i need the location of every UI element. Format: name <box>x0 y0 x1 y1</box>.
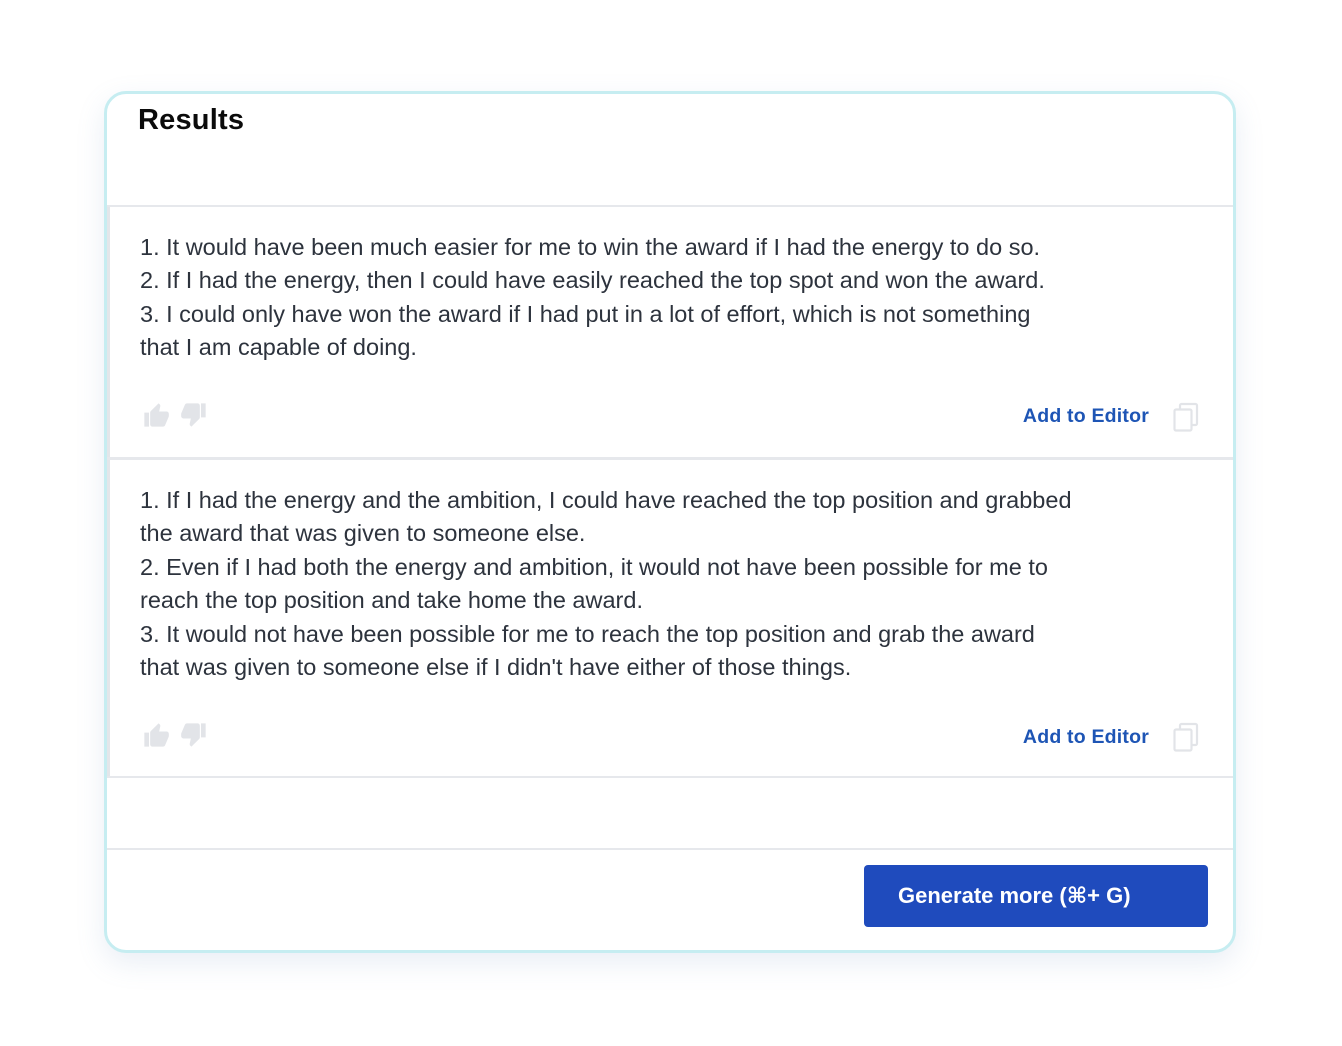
copy-icon[interactable] <box>1172 722 1200 752</box>
result-line: that was given to someone else if I didn… <box>140 654 852 681</box>
result-line: reach the top position and take home the… <box>140 587 643 614</box>
result-card: 1. If I had the energy and the ambition,… <box>107 460 1233 776</box>
result-line: 3. It would not have been possible for m… <box>140 620 1035 647</box>
result-line: 1. If I had the energy and the ambition,… <box>140 487 1072 513</box>
thumbs-up-icon[interactable] <box>142 401 170 429</box>
results-panel: Results 1. It would have been much easie… <box>104 91 1236 953</box>
add-to-editor-link[interactable]: Add to Editor <box>1023 726 1149 749</box>
thumbs-down-icon[interactable] <box>180 401 208 429</box>
panel-title: Results <box>138 104 245 136</box>
result-line: 1. It would have been much easier for me… <box>140 234 1041 260</box>
footer-divider <box>107 848 1233 850</box>
generate-more-button[interactable]: Generate more (⌘+ G) <box>864 865 1208 927</box>
copy-icon[interactable] <box>1172 402 1200 432</box>
result-line: 2. If I had the energy, then I could hav… <box>140 267 1045 294</box>
result-line: the award that was given to someone else… <box>140 520 586 547</box>
divider <box>107 776 1233 778</box>
add-to-editor-link[interactable]: Add to Editor <box>1023 405 1149 428</box>
thumbs-up-icon[interactable] <box>142 721 170 749</box>
feedback-actions <box>142 721 208 749</box>
thumbs-down-icon[interactable] <box>180 721 208 749</box>
result-line: 3. I could only have won the award if I … <box>140 300 1031 327</box>
result-line: 2. Even if I had both the energy and amb… <box>140 553 1048 580</box>
result-card: 1. It would have been much easier for me… <box>107 207 1233 457</box>
result-text: 1. If I had the energy and the ambition,… <box>140 484 1210 684</box>
result-text: 1. It would have been much easier for me… <box>140 231 1210 365</box>
result-line: that I am capable of doing. <box>140 334 417 361</box>
feedback-actions <box>142 401 208 429</box>
